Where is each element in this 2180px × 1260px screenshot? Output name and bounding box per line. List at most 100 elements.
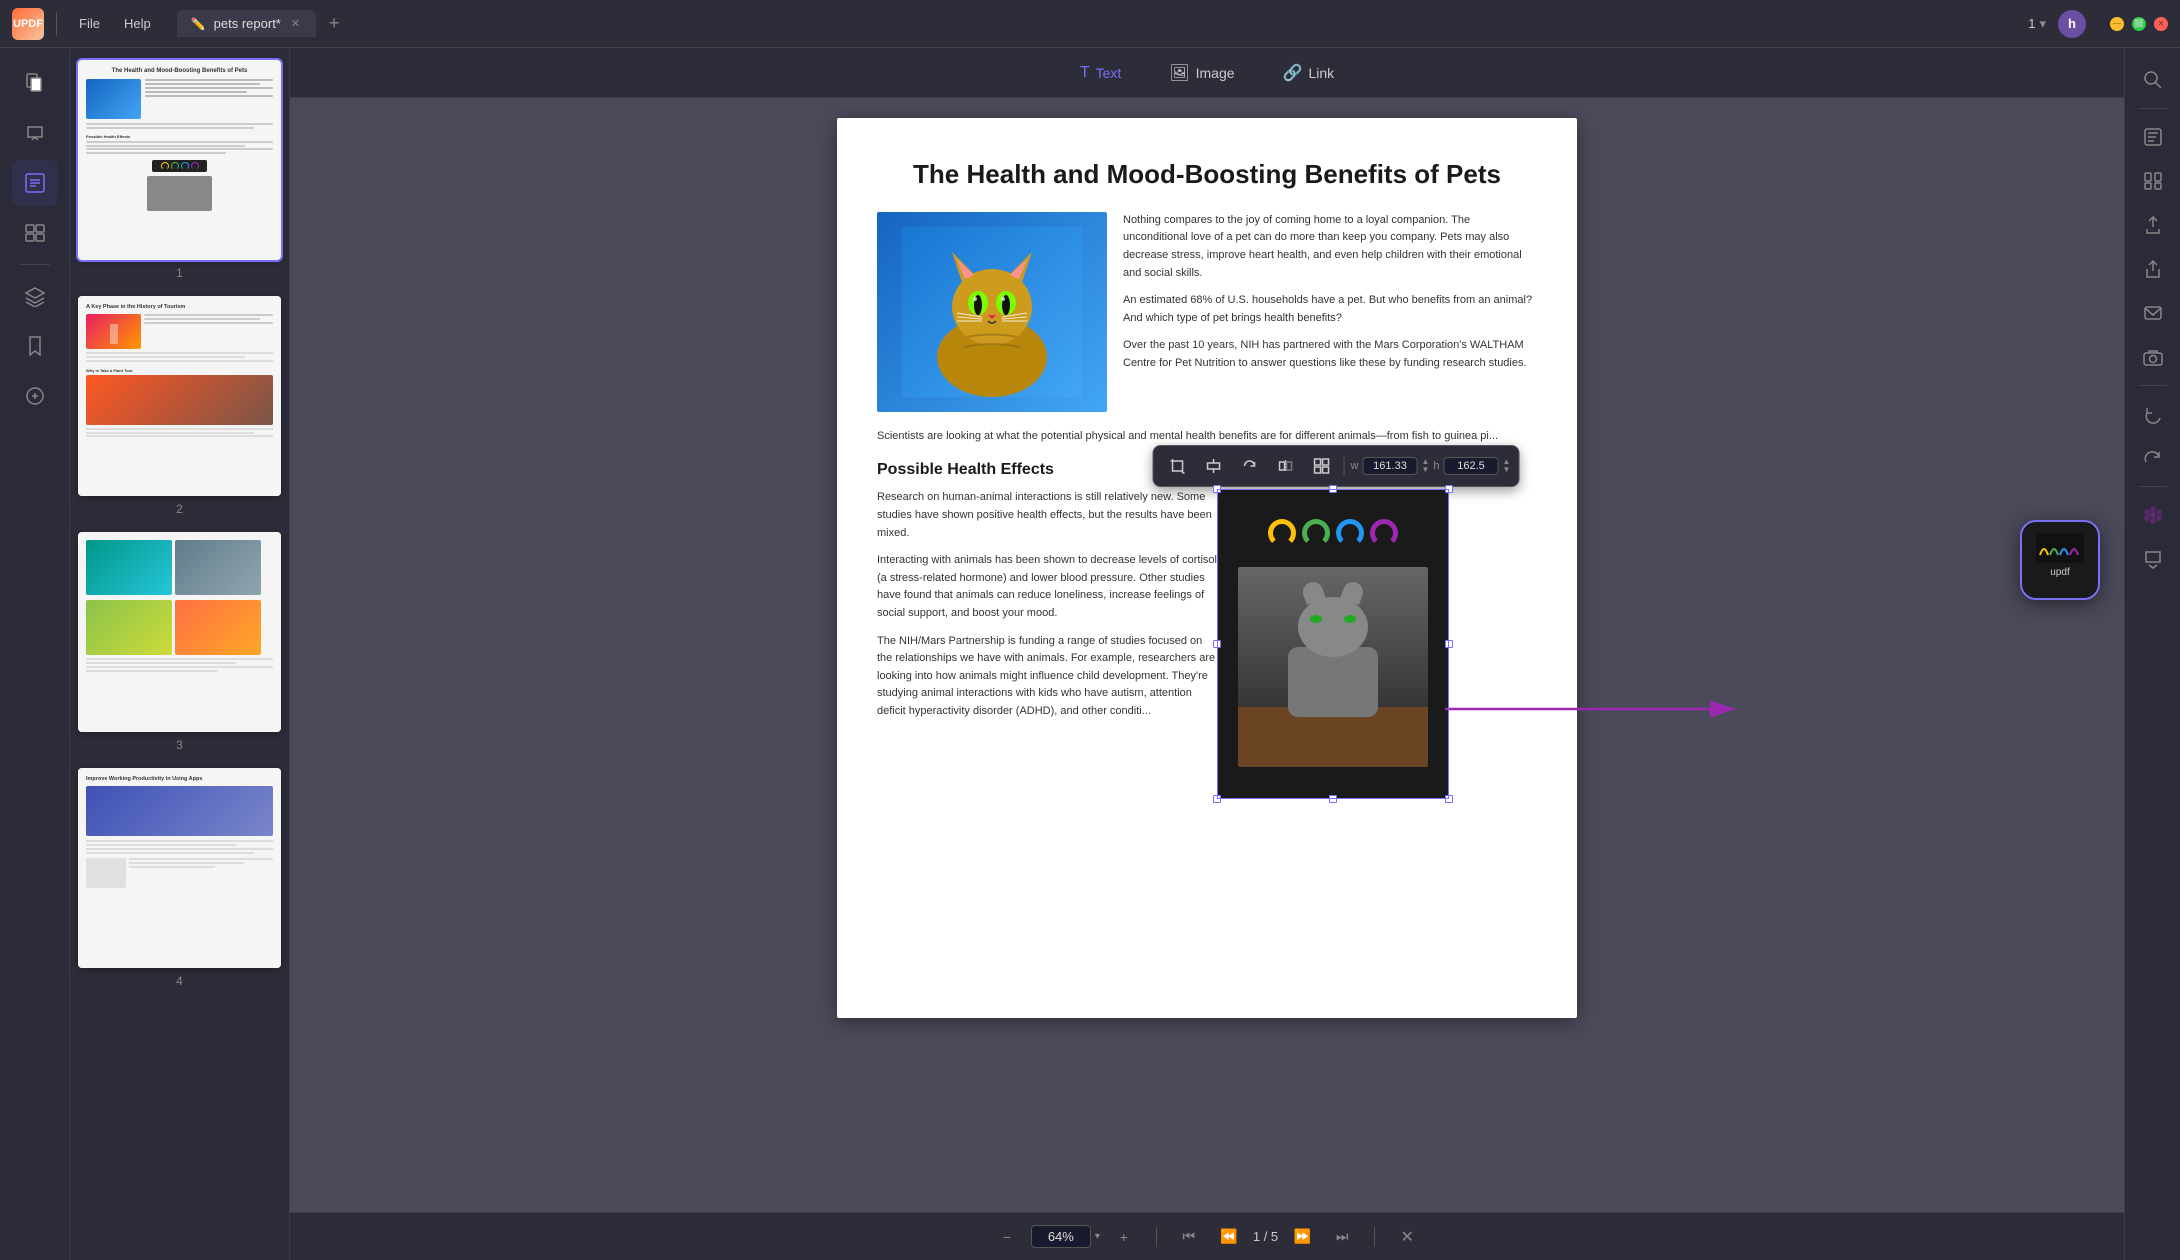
right-tool-chat[interactable]: [2133, 539, 2173, 579]
toolbar-link-label: Link: [1308, 65, 1334, 81]
thumbnail-1[interactable]: The Health and Mood-Boosting Benefits of…: [78, 60, 281, 280]
right-divider-1: [2139, 108, 2167, 109]
img-tool-rotate[interactable]: [1234, 450, 1266, 482]
updf-floating-icon[interactable]: updf: [2020, 520, 2100, 600]
handle-tr[interactable]: [1445, 485, 1453, 493]
height-arrows[interactable]: ▲ ▼: [1503, 458, 1511, 474]
height-value[interactable]: 162.5: [1444, 457, 1499, 475]
zoom-dropdown-icon[interactable]: ▾: [1095, 1231, 1100, 1242]
handle-bl[interactable]: [1213, 795, 1221, 803]
img-tool-flip[interactable]: [1270, 450, 1302, 482]
height-label: h: [1433, 460, 1439, 472]
thumbnail-3[interactable]: 3: [78, 532, 281, 752]
right-tool-email[interactable]: [2133, 293, 2173, 333]
right-tool-redo[interactable]: [2133, 438, 2173, 478]
wave-bump-yellow: [1268, 519, 1296, 547]
thumbnail-2[interactable]: A Key Phase in the History of Tourism: [78, 296, 281, 516]
pdf-cat-image: [877, 212, 1107, 412]
right-tool-export[interactable]: [2133, 205, 2173, 245]
pdf-viewer[interactable]: The Health and Mood-Boosting Benefits of…: [290, 98, 2124, 1212]
right-tool-search[interactable]: [2133, 60, 2173, 100]
tab-name: pets report*: [214, 16, 281, 31]
sidebar-tool-bookmark[interactable]: [12, 323, 58, 369]
thumb-wrapper-2[interactable]: A Key Phase in the History of Tourism: [78, 296, 281, 496]
width-arrows[interactable]: ▲ ▼: [1421, 458, 1429, 474]
img-tool-crop[interactable]: [1162, 450, 1194, 482]
updf-app-label: updf: [2050, 567, 2069, 578]
toolbar-text-label: Text: [1096, 65, 1122, 81]
sidebar-tool-comment[interactable]: [12, 110, 58, 156]
right-tool-share[interactable]: [2133, 249, 2173, 289]
titlebar-menu: File Help: [69, 12, 161, 35]
first-page-btn[interactable]: ⏮: [1173, 1221, 1205, 1253]
tab-pets-report[interactable]: ✏️ pets report* ✕: [177, 10, 316, 37]
img-tool-more[interactable]: [1306, 450, 1338, 482]
width-label: w: [1351, 460, 1359, 472]
zoom-in-btn[interactable]: +: [1108, 1221, 1140, 1253]
menu-help[interactable]: Help: [114, 12, 161, 35]
right-sidebar: [2124, 48, 2180, 1260]
handle-tm[interactable]: [1329, 485, 1337, 493]
right-tool-organize[interactable]: [2133, 161, 2173, 201]
new-tab-button[interactable]: +: [320, 10, 348, 38]
handle-bm[interactable]: [1329, 795, 1337, 803]
tab-bar: ✏️ pets report* ✕ +: [177, 10, 348, 38]
right-tool-camera[interactable]: [2133, 337, 2173, 377]
toolbar-image-btn[interactable]: 🖼 Image: [1157, 57, 1246, 89]
prev-page-fast-btn[interactable]: ⏪: [1213, 1221, 1245, 1253]
img-tool-align[interactable]: [1198, 450, 1230, 482]
maximize-button[interactable]: ⬜: [2132, 17, 2146, 31]
sidebar-tool-clip[interactable]: [12, 373, 58, 419]
zoom-out-btn[interactable]: −: [991, 1221, 1023, 1253]
width-value[interactable]: 161.33: [1362, 457, 1417, 475]
pdf-para-4: Scientists are looking at what the poten…: [877, 428, 1537, 446]
tab-close-btn[interactable]: ✕: [289, 17, 302, 30]
pdf-page: The Health and Mood-Boosting Benefits of…: [837, 118, 1577, 1018]
sidebar-tool-organize[interactable]: [12, 210, 58, 256]
menu-file[interactable]: File: [69, 12, 110, 35]
height-down-arrow[interactable]: ▼: [1503, 466, 1511, 474]
handle-br[interactable]: [1445, 795, 1453, 803]
titlebar-divider: [56, 12, 57, 36]
last-page-btn[interactable]: ⏭: [1326, 1221, 1358, 1253]
close-button[interactable]: ✕: [2154, 17, 2168, 31]
tab-edit-icon: ✏️: [191, 17, 206, 31]
page-dropdown-icon[interactable]: ▾: [2039, 16, 2046, 32]
sidebar-tool-edit[interactable]: [12, 160, 58, 206]
thumb-wrapper-1[interactable]: The Health and Mood-Boosting Benefits of…: [78, 60, 281, 260]
next-page-fast-btn[interactable]: ⏩: [1286, 1221, 1318, 1253]
page-number: 1: [2028, 16, 2035, 31]
page-nav: 1 / 5: [1253, 1229, 1278, 1244]
thumbnail-4[interactable]: Improve Working Productivity in Using Ap…: [78, 768, 281, 988]
right-tool-ocr[interactable]: [2133, 117, 2173, 157]
thumb-number-4: 4: [78, 974, 281, 988]
nav-divider-2: [1374, 1227, 1375, 1247]
handle-ml[interactable]: [1213, 640, 1221, 648]
sidebar-tool-layers[interactable]: [12, 273, 58, 319]
pdf-section-para-3: The NIH/Mars Partnership is funding a ra…: [877, 633, 1217, 721]
toolbar-text-btn[interactable]: T Text: [1068, 58, 1133, 88]
right-tool-flowers[interactable]: [2133, 495, 2173, 535]
wave-bump-blue: [1336, 519, 1364, 547]
pdf-section-para-1: Research on human-animal interactions is…: [877, 489, 1217, 542]
thumb-wrapper-4[interactable]: Improve Working Productivity in Using Ap…: [78, 768, 281, 968]
sidebar-tool-pages[interactable]: [12, 60, 58, 106]
handle-mr[interactable]: [1445, 640, 1453, 648]
thumb-wrapper-3[interactable]: [78, 532, 281, 732]
wave-decoration: [1268, 519, 1398, 547]
selected-image-area[interactable]: w 161.33 ▲ ▼ h 162.5: [1217, 489, 1455, 799]
window-controls: — ⬜ ✕: [2110, 17, 2168, 31]
width-down-arrow[interactable]: ▼: [1421, 466, 1429, 474]
handle-tl[interactable]: [1213, 485, 1221, 493]
minimize-button[interactable]: —: [2110, 17, 2124, 31]
app-logo: UPDF: [12, 8, 44, 40]
edit-toolbar: T Text 🖼 Image 🔗 Link: [290, 48, 2124, 98]
cat-illustration: [902, 227, 1082, 397]
close-bottom-btn[interactable]: ✕: [1391, 1221, 1423, 1253]
zoom-value[interactable]: 64%: [1031, 1225, 1091, 1248]
user-avatar[interactable]: h: [2058, 10, 2086, 38]
selected-image-box[interactable]: [1217, 489, 1449, 799]
bottom-nav: − 64% ▾ + ⏮ ⏪ 1 / 5 ⏩ ⏭ ✕: [290, 1212, 2124, 1260]
toolbar-link-btn[interactable]: 🔗 Link: [1271, 57, 1347, 89]
right-tool-undo[interactable]: [2133, 394, 2173, 434]
